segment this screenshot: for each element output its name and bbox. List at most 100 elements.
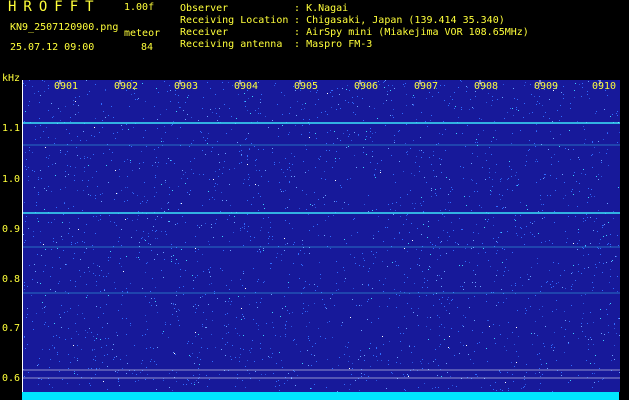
noise-pixel bbox=[132, 220, 133, 221]
noise-pixel bbox=[435, 387, 436, 388]
noise-pixel bbox=[512, 108, 513, 109]
noise-pixel bbox=[380, 172, 381, 173]
noise-pixel bbox=[97, 186, 98, 187]
noise-pixel bbox=[52, 117, 53, 118]
noise-pixel bbox=[422, 359, 423, 360]
noise-pixel bbox=[414, 97, 415, 98]
noise-pixel bbox=[355, 263, 356, 264]
noise-pixel bbox=[281, 191, 282, 192]
noise-pixel bbox=[570, 103, 571, 104]
noise-pixel bbox=[119, 237, 120, 238]
noise-pixel bbox=[364, 260, 365, 261]
noise-pixel bbox=[212, 197, 213, 198]
noise-pixel bbox=[27, 286, 28, 287]
noise-pixel bbox=[385, 80, 386, 81]
noise-pixel bbox=[564, 270, 565, 271]
noise-pixel bbox=[157, 128, 158, 129]
noise-pixel bbox=[504, 249, 505, 250]
noise-pixel bbox=[530, 306, 531, 307]
noise-pixel bbox=[58, 283, 59, 284]
noise-pixel bbox=[347, 85, 348, 86]
noise-pixel bbox=[578, 229, 579, 230]
noise-pixel bbox=[331, 90, 332, 91]
noise-pixel bbox=[181, 178, 182, 179]
noise-pixel bbox=[403, 84, 404, 85]
noise-pixel bbox=[151, 359, 152, 360]
noise-pixel bbox=[619, 335, 620, 336]
noise-pixel bbox=[161, 231, 162, 232]
noise-pixel bbox=[155, 177, 156, 178]
noise-pixel bbox=[424, 177, 425, 178]
noise-pixel bbox=[77, 155, 78, 156]
noise-pixel bbox=[34, 264, 35, 265]
noise-pixel bbox=[564, 352, 565, 353]
noise-pixel bbox=[606, 153, 607, 154]
noise-pixel bbox=[439, 275, 440, 276]
noise-pixel bbox=[414, 283, 415, 284]
noise-pixel bbox=[69, 222, 70, 223]
noise-pixel bbox=[487, 361, 488, 362]
noise-pixel bbox=[596, 218, 597, 219]
info-key: Receiving antenna bbox=[180, 39, 283, 50]
noise-pixel bbox=[336, 201, 337, 202]
noise-pixel bbox=[554, 154, 555, 155]
noise-pixel bbox=[493, 217, 494, 218]
noise-pixel bbox=[160, 114, 161, 115]
noise-pixel bbox=[191, 117, 192, 118]
noise-pixel bbox=[511, 362, 512, 363]
noise-pixel bbox=[454, 355, 455, 356]
noise-pixel bbox=[336, 261, 337, 262]
noise-pixel bbox=[151, 298, 152, 299]
noise-pixel bbox=[28, 228, 29, 229]
noise-pixel bbox=[534, 333, 535, 334]
noise-pixel bbox=[330, 298, 331, 299]
noise-pixel bbox=[477, 156, 478, 157]
noise-pixel bbox=[282, 308, 283, 309]
noise-pixel bbox=[196, 380, 197, 381]
noise-pixel bbox=[239, 361, 240, 362]
noise-pixel bbox=[489, 177, 490, 178]
noise-pixel bbox=[378, 231, 379, 232]
noise-pixel bbox=[244, 93, 245, 94]
noise-pixel bbox=[381, 160, 382, 161]
noise-pixel bbox=[173, 121, 174, 122]
noise-pixel bbox=[488, 320, 489, 321]
noise-pixel bbox=[619, 132, 620, 133]
noise-pixel bbox=[566, 242, 567, 243]
noise-pixel bbox=[393, 117, 394, 118]
noise-pixel bbox=[583, 221, 584, 222]
noise-pixel bbox=[539, 368, 540, 369]
noise-pixel bbox=[487, 320, 488, 321]
noise-pixel bbox=[524, 234, 525, 235]
noise-pixel bbox=[531, 267, 532, 268]
noise-pixel bbox=[495, 172, 496, 173]
noise-pixel bbox=[239, 163, 240, 164]
noise-pixel bbox=[252, 340, 253, 341]
noise-pixel bbox=[164, 126, 165, 127]
noise-pixel bbox=[516, 351, 517, 352]
noise-pixel bbox=[65, 339, 66, 340]
noise-pixel bbox=[37, 365, 38, 366]
noise-pixel bbox=[154, 187, 155, 188]
noise-pixel bbox=[400, 216, 401, 217]
noise-pixel bbox=[342, 208, 343, 209]
noise-pixel bbox=[35, 126, 36, 127]
noise-pixel bbox=[217, 184, 218, 185]
noise-pixel bbox=[446, 363, 447, 364]
noise-pixel bbox=[593, 230, 594, 231]
noise-pixel bbox=[573, 194, 574, 195]
noise-pixel bbox=[240, 228, 241, 229]
noise-pixel bbox=[469, 307, 470, 308]
noise-pixel bbox=[120, 258, 121, 259]
noise-pixel bbox=[256, 170, 257, 171]
noise-pixel bbox=[595, 113, 596, 114]
noise-pixel bbox=[187, 343, 188, 344]
noise-pixel bbox=[336, 283, 337, 284]
noise-pixel bbox=[539, 103, 540, 104]
noise-pixel bbox=[540, 359, 541, 360]
noise-pixel bbox=[38, 194, 39, 195]
noise-pixel bbox=[396, 307, 397, 308]
noise-pixel bbox=[251, 143, 252, 144]
noise-pixel bbox=[364, 374, 365, 375]
noise-pixel bbox=[86, 224, 87, 225]
